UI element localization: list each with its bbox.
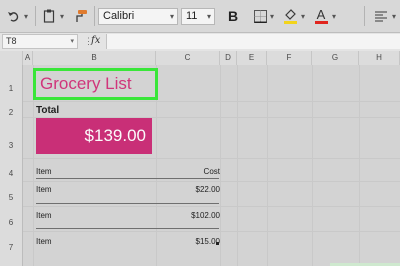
header-underline	[36, 178, 219, 179]
ribbon-toolbar: ▾ ▾ Calibri ▾ 11 ▾ B ▾ ▾ A ▾ ▾	[0, 0, 400, 33]
gridline	[23, 158, 400, 159]
column-header-b[interactable]: B	[33, 51, 156, 65]
column-header-a[interactable]: A	[23, 51, 33, 65]
column-header-h[interactable]: H	[359, 51, 400, 65]
formula-bar: T8 ▾ ⋮ fx	[0, 33, 400, 52]
font-color-dropdown-icon[interactable]: ▾	[330, 6, 338, 26]
gridline	[312, 65, 313, 266]
undo-dropdown-icon[interactable]: ▾	[22, 6, 30, 26]
total-label-cell[interactable]: Total	[36, 105, 59, 116]
borders-dropdown-icon[interactable]: ▾	[268, 6, 276, 26]
toolbar-divider	[364, 6, 365, 26]
fill-color-icon[interactable]	[282, 6, 298, 26]
chevron-down-icon: ▾	[169, 12, 174, 21]
gridline	[267, 65, 268, 266]
gridline	[23, 206, 400, 207]
row-header-6[interactable]: 6	[0, 218, 22, 227]
font-name-select[interactable]: Calibri ▾	[98, 8, 178, 25]
row-header-3[interactable]: 3	[0, 141, 22, 150]
row-underline	[36, 203, 219, 204]
name-box-value: T8	[6, 36, 17, 46]
row-header-1[interactable]: 1	[0, 84, 22, 93]
row-header-7[interactable]: 7	[0, 243, 22, 252]
item-name-cell[interactable]: Item	[36, 211, 52, 220]
font-color-swatch	[314, 21, 328, 24]
bold-button[interactable]: B	[226, 6, 240, 26]
font-size-value: 11	[186, 10, 198, 22]
row-header-4[interactable]: 4	[0, 169, 22, 178]
paste-icon[interactable]	[42, 6, 56, 26]
align-left-icon[interactable]	[374, 6, 388, 26]
align-dropdown-icon[interactable]: ▾	[390, 6, 398, 26]
item-cost-cell[interactable]: $22.00	[196, 185, 220, 194]
row-headers: 1 2 3 4 5 6 7	[0, 65, 23, 266]
format-painter-icon[interactable]	[72, 6, 88, 26]
row-underline	[36, 228, 219, 229]
row-header-2[interactable]: 2	[0, 108, 22, 117]
chevron-down-icon: ▾	[70, 38, 74, 45]
gridline	[23, 181, 400, 182]
column-header-f[interactable]: F	[267, 51, 312, 65]
column-header-g[interactable]: G	[312, 51, 359, 65]
toolbar-divider	[94, 6, 95, 26]
borders-icon[interactable]	[253, 6, 267, 26]
column-header-c[interactable]: C	[156, 51, 220, 65]
font-color-button[interactable]: A	[314, 6, 328, 26]
fill-color-dropdown-icon[interactable]: ▾	[299, 6, 307, 26]
item-header-cell[interactable]: Item	[36, 167, 52, 176]
autofill-handle[interactable]	[216, 242, 219, 245]
name-box[interactable]: T8 ▾	[2, 34, 78, 49]
gridline	[23, 101, 400, 102]
item-name-cell[interactable]: Item	[36, 185, 52, 194]
cost-header-cell[interactable]: Cost	[204, 167, 220, 176]
grocery-list-title-cell[interactable]: Grocery List	[33, 68, 158, 100]
gridline	[23, 231, 400, 232]
item-name-cell[interactable]: Item	[36, 237, 52, 246]
undo-icon[interactable]	[6, 6, 20, 26]
insert-function-button[interactable]: fx	[91, 35, 100, 46]
paste-dropdown-icon[interactable]: ▾	[58, 6, 66, 26]
font-size-select[interactable]: 11 ▾	[181, 8, 215, 25]
select-all-corner[interactable]	[0, 51, 23, 65]
column-headers: A B C D E F G H	[0, 51, 400, 66]
gridline	[220, 65, 221, 266]
column-header-d[interactable]: D	[220, 51, 237, 65]
total-value-cell[interactable]: $139.00	[36, 118, 152, 154]
gridline	[237, 65, 238, 266]
gridline	[359, 65, 360, 266]
font-name-value: Calibri	[103, 10, 135, 22]
chevron-down-icon: ▾	[206, 12, 211, 21]
formula-input[interactable]	[106, 34, 400, 49]
toolbar-divider	[35, 6, 36, 26]
item-cost-cell[interactable]: $102.00	[191, 211, 220, 220]
row-header-5[interactable]: 5	[0, 193, 22, 202]
font-color-icon: A	[316, 7, 326, 22]
column-header-e[interactable]: E	[237, 51, 267, 65]
